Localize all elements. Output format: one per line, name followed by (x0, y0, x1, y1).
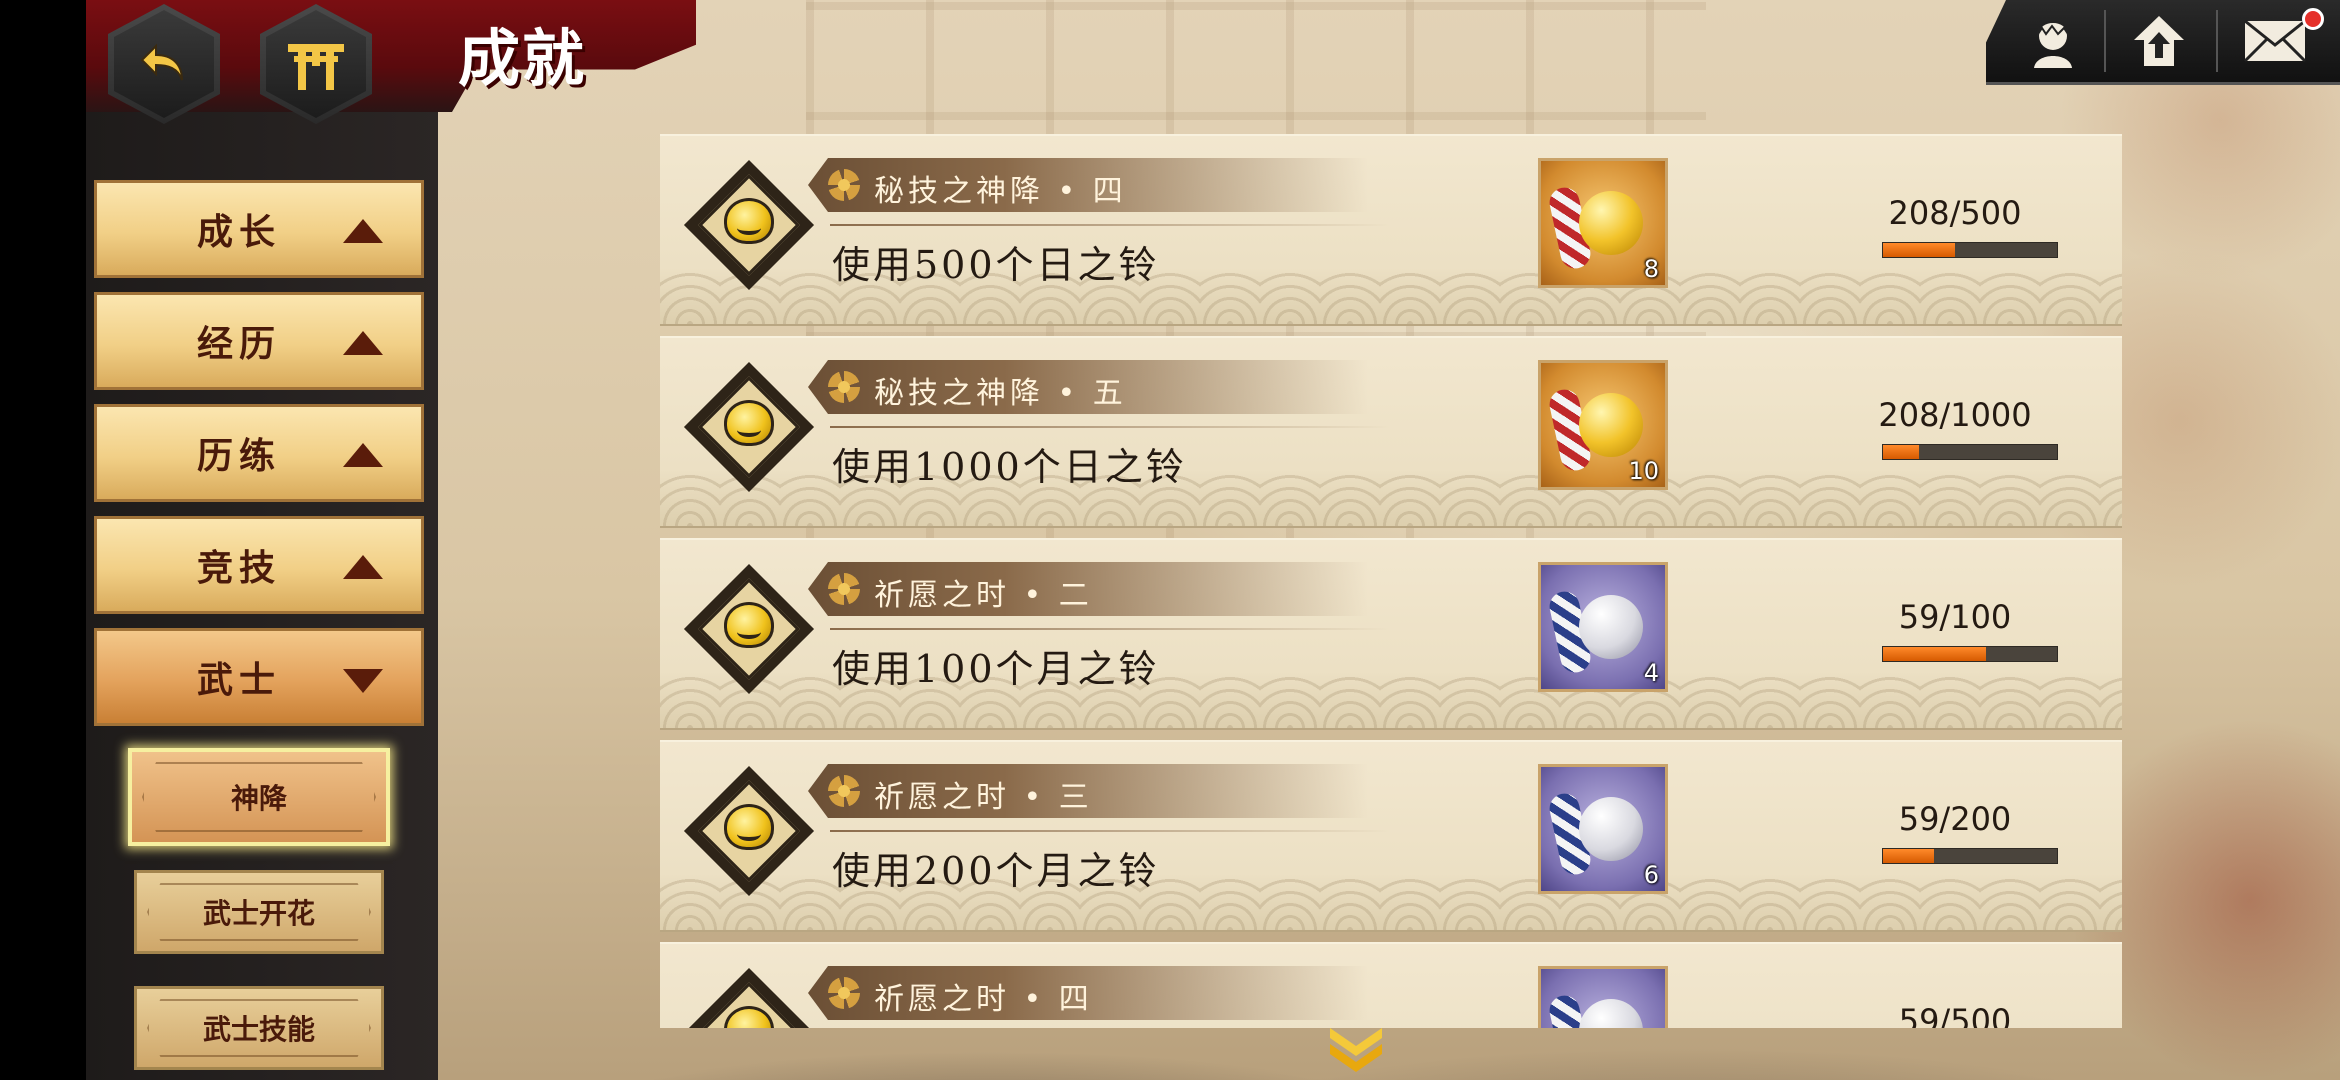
bell-badge-icon (683, 159, 815, 291)
progress-fill (1883, 445, 1920, 459)
divider (2216, 10, 2218, 72)
achievement-name-bar: 祈愿之时 • 四 (808, 966, 1368, 1020)
progress-bar (1882, 646, 2058, 662)
divider (830, 628, 1390, 630)
flower-icon (828, 977, 860, 1009)
double-chevron-down-icon[interactable] (1326, 1024, 1386, 1074)
divider (830, 224, 1390, 226)
achievement-description: 使用500个日之铃 (832, 243, 1160, 287)
achievement-name: 秘技之神降 • 五 (874, 376, 1127, 411)
sun-bell-icon[interactable]: 10 (1538, 360, 1668, 490)
progress-bar (1882, 242, 2058, 258)
progress-fill (1883, 243, 1956, 257)
flower-icon (828, 371, 860, 403)
bell-badge-icon (683, 563, 815, 695)
achievement-list[interactable]: 秘技之神降 • 四 使用500个日之铃 8 208/500 秘技之神降 • 五 … (660, 134, 2122, 1028)
achievement-card: 秘技之神降 • 五 使用1000个日之铃 10 208/1000 (660, 336, 2122, 528)
subcategory-label: 武士技能 (202, 1013, 315, 1046)
achievement-name: 祈愿之时 • 二 (874, 578, 1093, 613)
back-arrow-icon (140, 43, 183, 81)
progress-text: 59/100 (1898, 598, 2012, 636)
progress-fill (1883, 647, 1986, 661)
bell-badge-icon (683, 967, 815, 1028)
category-samurai[interactable]: 武士 (94, 628, 424, 726)
achievement-card: 秘技之神降 • 四 使用500个日之铃 8 208/500 (660, 134, 2122, 326)
reward-count: 4 (1643, 659, 1659, 687)
category-label: 经历 (196, 323, 281, 365)
subcategory-label: 神降 (230, 782, 287, 815)
collapse-arrow-icon (343, 331, 383, 355)
divider (830, 426, 1390, 428)
progress-text: 208/1000 (1878, 396, 2032, 434)
divider (2104, 10, 2106, 72)
progress-text: 59/200 (1898, 800, 2012, 838)
achievement-description: 使用200个月之铃 (832, 849, 1160, 893)
top-toolbar (1986, 0, 2340, 85)
achievement-card: 祈愿之时 • 四 59/500 (660, 942, 2122, 1028)
divider (830, 830, 1390, 832)
collapse-arrow-icon (343, 555, 383, 579)
category-experience[interactable]: 经历 (94, 292, 424, 390)
torii-gate-icon (288, 44, 344, 90)
flower-icon (828, 775, 860, 807)
moon-bell-icon[interactable]: 4 (1538, 562, 1668, 692)
collapse-arrow-icon (343, 219, 383, 243)
achievement-name: 祈愿之时 • 四 (874, 982, 1093, 1017)
achievement-card: 祈愿之时 • 二 使用100个月之铃 4 59/100 (660, 538, 2122, 730)
page-title: 成就 (458, 22, 587, 95)
progress-text: 208/500 (1888, 194, 2022, 232)
progress-text: 59/500 (1898, 1002, 2012, 1028)
category-training[interactable]: 历练 (94, 404, 424, 502)
moon-bell-icon[interactable]: 6 (1538, 764, 1668, 894)
achievement-description: 使用1000个日之铃 (832, 445, 1187, 489)
reward-count: 10 (1628, 457, 1659, 485)
subcategory-label: 武士开花 (202, 897, 315, 930)
achievement-name: 祈愿之时 • 三 (874, 780, 1093, 815)
sun-bell-icon[interactable]: 8 (1538, 158, 1668, 288)
category-growth[interactable]: 成长 (94, 180, 424, 278)
category-label: 竞技 (196, 547, 281, 589)
subcategory-samurai-bloom[interactable]: 武士开花 (134, 870, 384, 954)
level-up-house-icon[interactable] (2114, 8, 2204, 74)
notification-dot (2302, 8, 2324, 30)
category-label: 历练 (196, 435, 281, 477)
flower-icon (828, 573, 860, 605)
progress-bar (1882, 848, 2058, 864)
category-arena[interactable]: 竞技 (94, 516, 424, 614)
progress-bar (1882, 444, 2058, 460)
achievement-description: 使用100个月之铃 (832, 647, 1160, 691)
bell-badge-icon (683, 765, 815, 897)
achievement-name-bar: 祈愿之时 • 三 (808, 764, 1368, 818)
achievement-name: 秘技之神降 • 四 (874, 174, 1127, 209)
progress-fill (1883, 849, 1935, 863)
collapse-arrow-icon (343, 443, 383, 467)
bell-badge-icon (683, 361, 815, 493)
achievement-name-bar: 秘技之神降 • 四 (808, 158, 1368, 212)
flower-icon (828, 169, 860, 201)
category-label: 武士 (196, 659, 281, 701)
subcategory-shenjiang[interactable]: 神降 (128, 748, 390, 846)
reward-count: 6 (1643, 861, 1659, 889)
achievement-name-bar: 秘技之神降 • 五 (808, 360, 1368, 414)
expand-arrow-icon (343, 669, 383, 693)
achievement-name-bar: 祈愿之时 • 二 (808, 562, 1368, 616)
moon-bell-icon[interactable] (1538, 966, 1668, 1028)
subcategory-samurai-skills[interactable]: 武士技能 (134, 986, 384, 1070)
reward-count: 8 (1643, 255, 1659, 283)
character-icon[interactable] (2008, 8, 2098, 74)
category-label: 成长 (196, 211, 281, 253)
achievement-card: 祈愿之时 • 三 使用200个月之铃 6 59/200 (660, 740, 2122, 932)
